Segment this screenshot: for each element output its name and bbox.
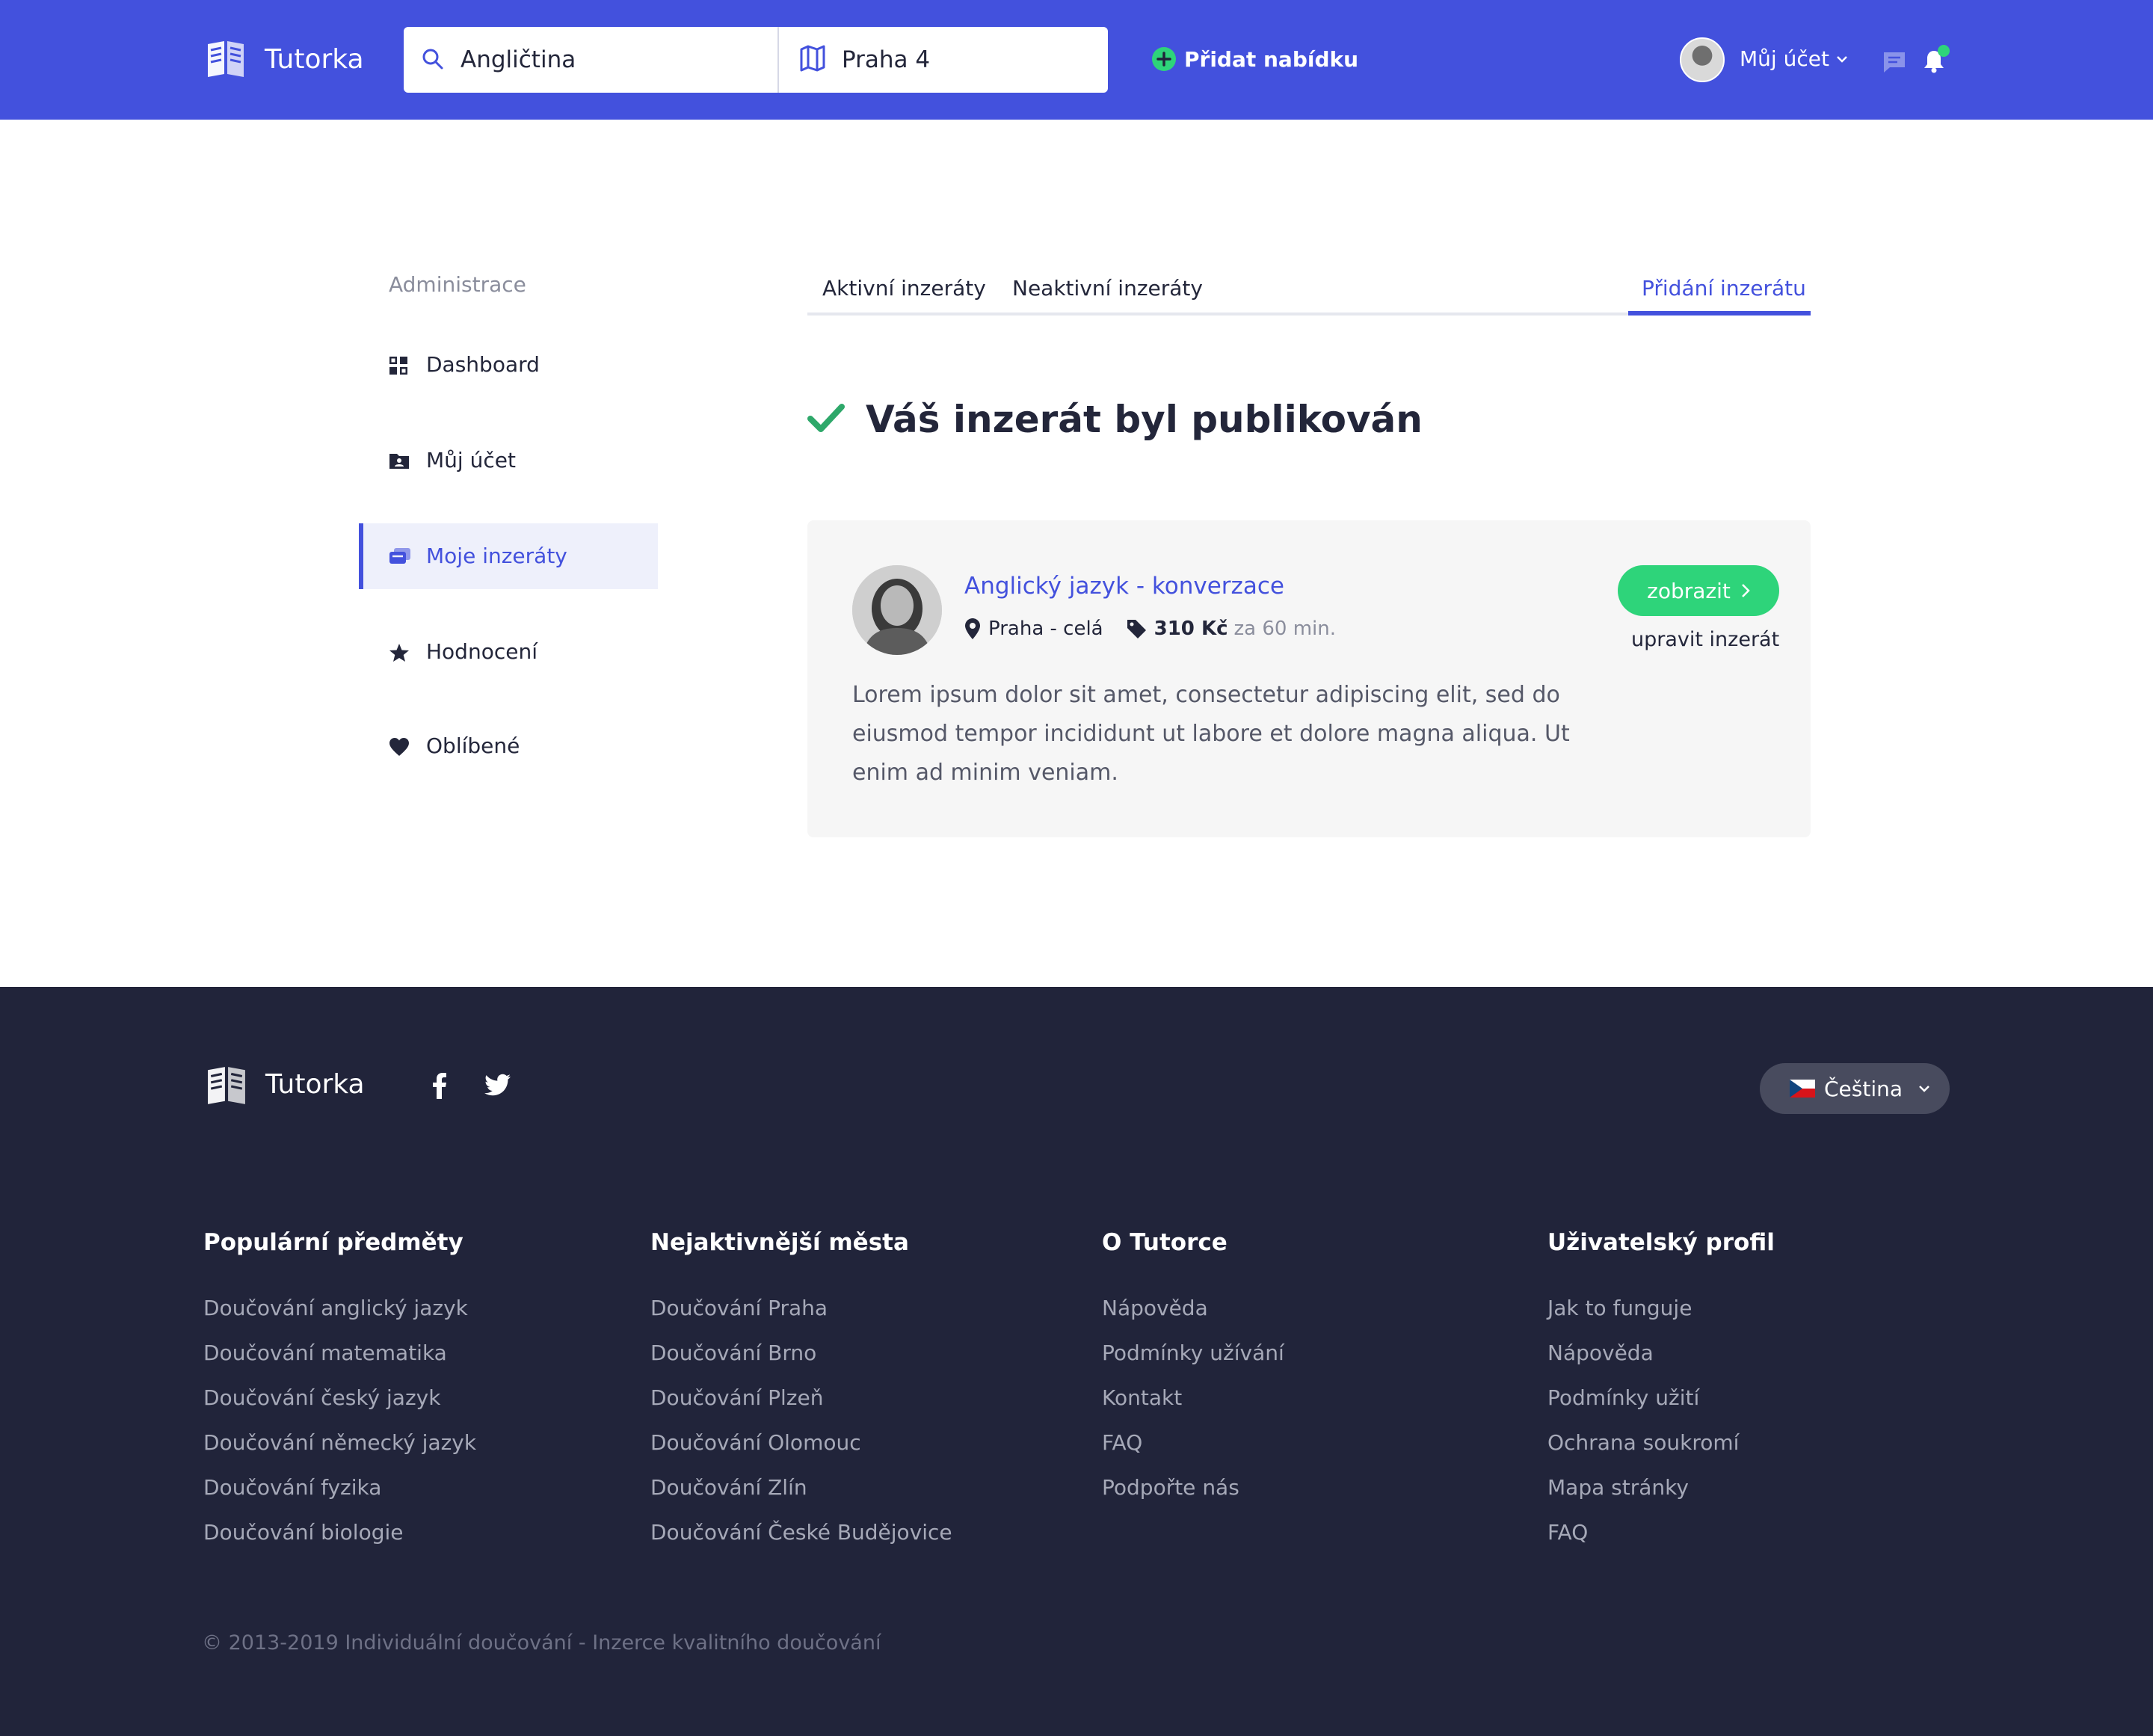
subject-search-input[interactable]: Angličtina xyxy=(461,42,576,78)
footer-link[interactable]: Doučování německý jazyk xyxy=(203,1428,476,1458)
sidebar-item-label: Hodnocení xyxy=(426,639,538,664)
listing-price: 310 Kč xyxy=(1153,618,1228,640)
star-icon xyxy=(389,643,410,662)
chevron-down-icon xyxy=(1835,55,1849,64)
footer-link[interactable]: Doučování fyzika xyxy=(203,1473,476,1503)
location-search-input[interactable]: Praha 4 xyxy=(842,42,930,78)
footer-link[interactable]: Doučování České Budějovice xyxy=(650,1518,952,1548)
language-selector[interactable]: Čeština xyxy=(1760,1063,1950,1114)
user-avatar[interactable] xyxy=(1680,37,1725,82)
footer-column-title: O Tutorce xyxy=(1102,1229,1228,1256)
search-icon xyxy=(422,48,444,70)
tab-active-listings[interactable]: Aktivní inzeráty xyxy=(822,274,986,304)
dashboard-icon xyxy=(389,356,408,375)
footer-column-about: O Tutorce Nápověda Podmínky užívání Kont… xyxy=(1102,1226,1284,1518)
logo-text[interactable]: Tutorka xyxy=(265,43,364,77)
sidebar-title: Administrace xyxy=(389,272,526,297)
top-header: Tutorka Angličtina Praha 4 Přidat nabídk… xyxy=(0,0,2153,120)
chevron-down-icon xyxy=(1918,1084,1931,1093)
heart-icon xyxy=(389,737,410,757)
footer-link[interactable]: Podmínky užívání xyxy=(1102,1338,1284,1368)
search-bar: Angličtina Praha 4 xyxy=(404,27,1108,93)
footer-link[interactable]: Nápověda xyxy=(1102,1293,1284,1323)
listing-meta: Praha - celá 310 Kč za 60 min. xyxy=(964,618,1336,640)
footer-column-subjects: Populární předměty Doučování anglický ja… xyxy=(203,1226,476,1563)
account-folder-icon xyxy=(389,452,410,470)
listing-card: Anglický jazyk - konverzace Praha - celá… xyxy=(807,520,1811,837)
account-menu[interactable]: Můj účet xyxy=(1740,46,1849,71)
edit-listing-link[interactable]: upravit inzerát xyxy=(1631,628,1779,651)
map-icon xyxy=(800,45,825,72)
listing-title-link[interactable]: Anglický jazyk - konverzace xyxy=(964,570,1284,603)
footer-link[interactable]: Doučování český jazyk xyxy=(203,1383,476,1413)
add-offer-button[interactable]: Přidat nabídku xyxy=(1151,46,1358,72)
footer-link[interactable]: Doučování Olomouc xyxy=(650,1428,952,1458)
sidebar-item-favorites[interactable]: Oblíbené xyxy=(359,713,658,779)
site-footer: Tutorka Čeština Populární předměty Doučo… xyxy=(0,987,2153,1736)
add-offer-label: Přidat nabídku xyxy=(1184,46,1359,72)
notification-badge xyxy=(1938,45,1950,57)
footer-link[interactable]: Doučování biologie xyxy=(203,1518,476,1548)
footer-link[interactable]: Kontakt xyxy=(1102,1383,1284,1413)
tab-add-listing[interactable]: Přidání inzerátu xyxy=(1642,274,1806,304)
message-icon[interactable] xyxy=(1882,51,1906,73)
footer-link[interactable]: Doučování Praha xyxy=(650,1293,952,1323)
listing-description: Lorem ipsum dolor sit amet, consectetur … xyxy=(852,682,1570,786)
sidebar-item-dashboard[interactable]: Dashboard xyxy=(359,332,658,398)
tutor-avatar xyxy=(852,565,942,655)
listings-icon xyxy=(389,547,411,565)
sidebar-item-label: Oblíbené xyxy=(426,733,520,758)
footer-link[interactable]: Doučování Zlín xyxy=(650,1473,952,1503)
footer-logo-text[interactable]: Tutorka xyxy=(265,1068,365,1102)
price-tag-icon xyxy=(1126,618,1147,639)
sidebar-item-label: Dashboard xyxy=(426,352,540,377)
search-divider xyxy=(777,27,779,93)
footer-link[interactable]: Podmínky užití xyxy=(1547,1383,1775,1413)
chevron-right-icon xyxy=(1741,583,1750,598)
footer-link[interactable]: FAQ xyxy=(1102,1428,1284,1458)
active-tab-indicator xyxy=(1628,311,1811,316)
footer-link[interactable]: Doučování matematika xyxy=(203,1338,476,1368)
footer-link[interactable]: Doučování Brno xyxy=(650,1338,952,1368)
sidebar-item-label: Moje inzeráty xyxy=(426,544,567,568)
footer-link[interactable]: Ochrana soukromí xyxy=(1547,1428,1775,1458)
sidebar-item-account[interactable]: Můj účet xyxy=(359,428,658,493)
footer-column-title: Uživatelský profil xyxy=(1547,1229,1775,1256)
footer-link[interactable]: Podpořte nás xyxy=(1102,1473,1284,1503)
book-logo-icon[interactable] xyxy=(206,40,245,79)
footer-column-title: Nejaktivnější města xyxy=(650,1229,909,1256)
sidebar-item-my-listings[interactable]: Moje inzeráty xyxy=(359,523,658,589)
account-label: Můj účet xyxy=(1740,46,1829,71)
plus-circle-icon xyxy=(1151,46,1177,72)
location-pin-icon xyxy=(964,618,981,640)
show-listing-button[interactable]: zobrazit xyxy=(1618,565,1779,616)
footer-link[interactable]: Jak to funguje xyxy=(1547,1293,1775,1323)
tab-inactive-listings[interactable]: Neaktivní inzeráty xyxy=(1012,274,1203,304)
copyright-text: © 2013-2019 Individuální doučování - Inz… xyxy=(202,1631,881,1655)
footer-column-cities: Nejaktivnější města Doučování Praha Douč… xyxy=(650,1226,952,1563)
checkmark-icon xyxy=(807,402,845,435)
listing-location: Praha - celá xyxy=(988,618,1103,640)
footer-link[interactable]: Doučování Plzeň xyxy=(650,1383,952,1413)
footer-link[interactable]: Mapa stránky xyxy=(1547,1473,1775,1503)
sidebar-item-ratings[interactable]: Hodnocení xyxy=(359,619,658,685)
sidebar-item-label: Můj účet xyxy=(426,448,516,473)
footer-column-profile: Uživatelský profil Jak to funguje Nápově… xyxy=(1547,1226,1775,1563)
footer-link[interactable]: Doučování anglický jazyk xyxy=(203,1293,476,1323)
listing-price-unit: za 60 min. xyxy=(1233,618,1337,640)
show-label: zobrazit xyxy=(1647,578,1731,603)
footer-link[interactable]: Nápověda xyxy=(1547,1338,1775,1368)
book-logo-icon[interactable] xyxy=(206,1065,247,1106)
footer-column-title: Populární předměty xyxy=(203,1229,463,1256)
language-label: Čeština xyxy=(1824,1076,1903,1101)
czech-flag-icon xyxy=(1790,1080,1815,1098)
facebook-icon[interactable] xyxy=(432,1072,447,1099)
success-heading: Váš inzerát byl publikován xyxy=(866,398,1423,441)
twitter-icon[interactable] xyxy=(484,1074,511,1096)
footer-link[interactable]: FAQ xyxy=(1547,1518,1775,1548)
